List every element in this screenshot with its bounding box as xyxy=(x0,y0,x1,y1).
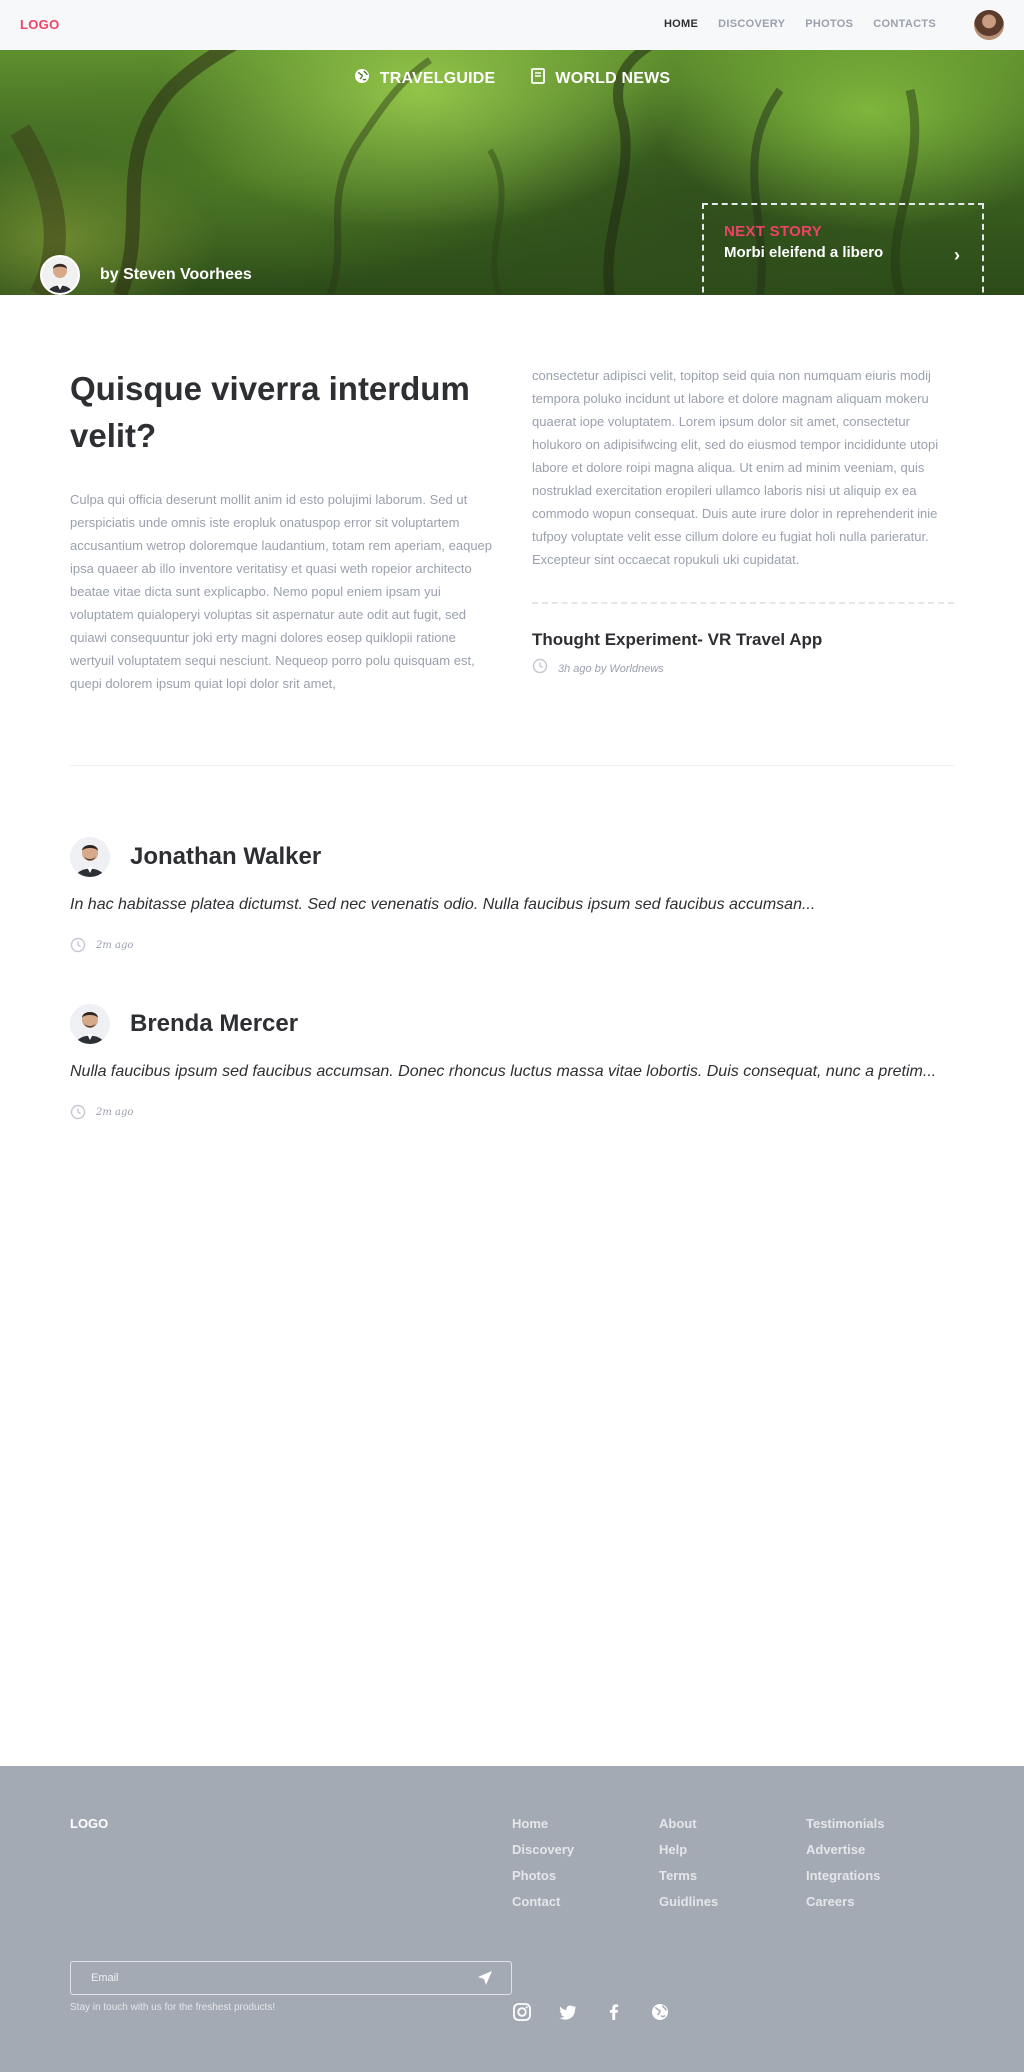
comment-header: Brenda Mercer xyxy=(70,1004,954,1044)
footer-link-about[interactable]: About xyxy=(659,1816,718,1832)
user-avatar[interactable] xyxy=(974,10,1004,40)
next-story-title: Morbi eleifend a libero xyxy=(724,244,884,261)
nav-link-photos[interactable]: PHOTOS xyxy=(805,18,853,30)
next-story-card[interactable]: NEXT STORY Morbi eleifend a libero › xyxy=(702,203,984,295)
top-navbar: LOGO HOME DISCOVERY PHOTOS CONTACTS xyxy=(0,0,1024,50)
article-paragraph-left: Culpa qui officia deserunt mollit anim i… xyxy=(70,492,493,691)
comment-time: 2m ago xyxy=(70,937,954,953)
comment-text: In hac habitasse platea dictumst. Sed ne… xyxy=(70,896,816,913)
footer-link-integrations[interactable]: Integrations xyxy=(806,1868,885,1884)
category-label: WORLD NEWS xyxy=(555,69,671,87)
nav-link-home[interactable]: HOME xyxy=(664,18,698,30)
comment-time-text: 2m ago xyxy=(96,1106,134,1118)
footer-link-contact[interactable]: Contact xyxy=(512,1894,574,1910)
facebook-icon[interactable] xyxy=(604,2002,624,2022)
nav-link-discovery[interactable]: DISCOVERY xyxy=(718,18,785,30)
footer-link-help[interactable]: Help xyxy=(659,1842,718,1858)
comment-author[interactable]: Brenda Mercer xyxy=(130,1010,298,1038)
globe-icon xyxy=(354,68,370,89)
footer-column-3: Testimonials Advertise Integrations Care… xyxy=(806,1816,885,1910)
related-story-meta: 3h ago by Worldnews xyxy=(532,658,664,679)
newsletter-note: Stay in touch with us for the freshest p… xyxy=(70,2002,276,2013)
main-nav: HOME DISCOVERY PHOTOS CONTACTS xyxy=(664,18,936,30)
logo[interactable]: LOGO xyxy=(20,17,59,32)
comment-item: Brenda Mercer Nulla faucibus ipsum sed f… xyxy=(70,1004,954,1120)
related-story-meta-text: 3h ago by Worldnews xyxy=(558,662,664,675)
chevron-right-icon[interactable]: › xyxy=(954,245,960,266)
category-label: TRAVELGUIDE xyxy=(379,69,496,87)
hero-categories: TRAVELGUIDE WORLD NEWS xyxy=(0,68,1024,89)
footer-link-testimonials[interactable]: Testimonials xyxy=(806,1816,885,1832)
article-title: Quisque viverra interdum velit? xyxy=(70,370,470,454)
nav-link-contacts[interactable]: CONTACTS xyxy=(873,18,936,30)
footer: LOGO Home Discovery Photos Contact About… xyxy=(0,1766,1024,2072)
category-world-news[interactable]: WORLD NEWS xyxy=(531,68,670,89)
globe-icon[interactable] xyxy=(650,2002,670,2022)
footer-link-careers[interactable]: Careers xyxy=(806,1894,885,1910)
comment-item: Jonathan Walker In hac habitasse platea … xyxy=(70,837,954,953)
author-avatar[interactable] xyxy=(40,255,80,295)
avatar[interactable] xyxy=(70,1004,110,1044)
article-paragraph-right: consectetur adipisci velit, topitop seid… xyxy=(532,368,939,567)
hero-banner: TRAVELGUIDE WORLD NEWS by Steven Voorhee… xyxy=(0,50,1024,295)
comment-time-text: 2m ago xyxy=(96,939,134,951)
author-name[interactable]: by Steven Voorhees xyxy=(100,266,252,284)
email-subscribe-box xyxy=(70,1961,512,1995)
hero-author: by Steven Voorhees xyxy=(40,255,252,295)
twitter-icon[interactable] xyxy=(558,2002,578,2022)
footer-column-1: Home Discovery Photos Contact xyxy=(512,1816,574,1910)
comment-author[interactable]: Jonathan Walker xyxy=(130,843,321,871)
section-divider xyxy=(70,765,954,766)
comment-text: Nulla faucibus ipsum sed faucibus accums… xyxy=(70,1063,937,1080)
instagram-icon[interactable] xyxy=(512,2002,532,2022)
footer-link-discovery[interactable]: Discovery xyxy=(512,1842,574,1858)
email-input[interactable] xyxy=(91,1969,451,1987)
footer-link-home[interactable]: Home xyxy=(512,1816,574,1832)
next-story-label: NEXT STORY xyxy=(724,223,823,240)
footer-logo[interactable]: LOGO xyxy=(70,1816,108,1831)
clock-icon xyxy=(70,937,86,953)
footer-link-terms[interactable]: Terms xyxy=(659,1868,718,1884)
clock-icon xyxy=(70,1104,86,1120)
footer-link-photos[interactable]: Photos xyxy=(512,1868,574,1884)
comment-time: 2m ago xyxy=(70,1104,954,1120)
footer-link-advertise[interactable]: Advertise xyxy=(806,1842,885,1858)
clock-icon xyxy=(532,658,548,679)
footer-column-2: About Help Terms Guidlines xyxy=(659,1816,718,1910)
related-story-title[interactable]: Thought Experiment- VR Travel App xyxy=(532,630,822,650)
send-icon[interactable] xyxy=(477,1970,493,1991)
footer-link-guidlines[interactable]: Guidlines xyxy=(659,1894,718,1910)
document-icon xyxy=(531,68,546,89)
comment-header: Jonathan Walker xyxy=(70,837,954,877)
category-travelguide[interactable]: TRAVELGUIDE xyxy=(354,68,496,89)
avatar[interactable] xyxy=(70,837,110,877)
dashed-divider xyxy=(532,602,954,604)
social-links xyxy=(512,2002,670,2022)
